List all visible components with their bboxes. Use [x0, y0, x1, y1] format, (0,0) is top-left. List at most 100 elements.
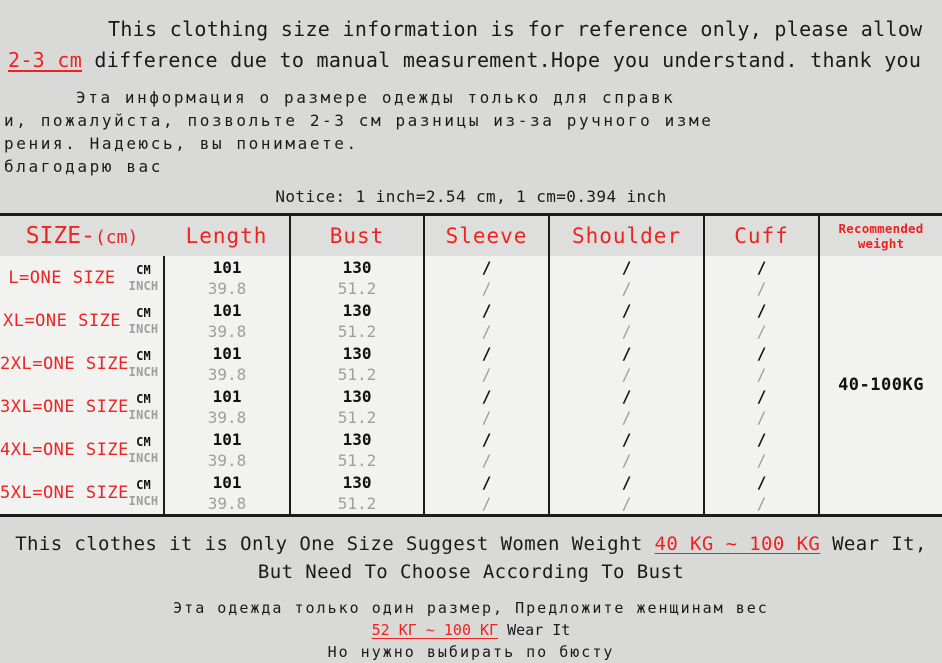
cell-cuff-inch: /: [704, 321, 821, 342]
footer-en-part2: Wear It,: [820, 533, 927, 555]
cell-shoulder-cm: /: [549, 299, 706, 321]
unit-label-inch: INCH: [124, 364, 166, 385]
intro-russian-line-3: рения. Надеюсь, вы понимаете.: [4, 134, 359, 153]
cell-bust-cm: 130: [290, 385, 426, 407]
cell-length-inch: 39.8: [164, 450, 292, 471]
footer-weight-highlight: 40 KG ~ 100 KG: [654, 533, 821, 555]
cell-length-cm: 101: [164, 428, 292, 450]
column-header-size: SIZE-(cm): [0, 216, 165, 256]
footer-russian-line-2: 52 КГ ~ 100 КГ Wear It: [0, 619, 942, 641]
table-header-row: SIZE-(cm) Length Bust Sleeve Shoulder Cu…: [0, 216, 942, 256]
column-header-size-unit: (cm): [94, 227, 139, 248]
cell-length-inch: 39.8: [164, 493, 292, 514]
unit-label-inch: INCH: [124, 493, 166, 514]
cell-length-cm: 101: [164, 342, 292, 364]
cell-sleeve-inch: /: [424, 450, 551, 471]
cell-shoulder-cm: /: [549, 385, 706, 407]
table-row: L=ONE SIZE CM 101 130 / / / 40-100KG: [0, 256, 942, 395]
size-table-wrapper: SIZE-(cm) Length Bust Sleeve Shoulder Cu…: [0, 213, 942, 517]
footer-russian-line-3: Но нужно выбирать по бюсту: [327, 643, 615, 661]
footer-english-line-2: But Need To Choose According To Bust: [257, 561, 685, 583]
intro-english-part1: This clothing size information is for re…: [108, 17, 923, 41]
cell-cuff-inch: /: [704, 278, 821, 299]
cell-shoulder-inch: /: [549, 450, 706, 471]
table-row: 3XL=ONE SIZE CM 101 130 / / /: [0, 385, 942, 417]
cell-sleeve-inch: /: [424, 321, 551, 342]
cell-shoulder-cm: /: [549, 256, 706, 278]
cell-shoulder-inch: /: [549, 364, 706, 385]
unit-label-inch: INCH: [124, 278, 166, 299]
footer-english-line-1: This clothes it is Only One Size Suggest…: [0, 530, 942, 558]
column-header-shoulder: Shoulder: [549, 216, 706, 256]
footer-russian: Эта одежда только один размер, Предложит…: [0, 586, 942, 663]
table-row-inch: INCH 39.8 51.2 / / /: [0, 364, 942, 385]
intro-english: This clothing size information is for re…: [0, 0, 942, 76]
cell-cuff-inch: /: [704, 364, 821, 385]
cell-sleeve-cm: /: [424, 342, 551, 364]
cell-shoulder-inch: /: [549, 278, 706, 299]
cell-shoulder-inch: /: [549, 493, 706, 514]
cell-length-cm: 101: [164, 471, 292, 493]
cell-cuff-cm: /: [704, 299, 821, 321]
cell-length-inch: 39.8: [164, 278, 292, 299]
cell-cuff-inch: /: [704, 450, 821, 471]
cell-bust-inch: 51.2: [290, 407, 426, 428]
intro-english-part2: difference due to manual measurement.Hop…: [82, 48, 922, 72]
size-label: 4XL=ONE SIZE: [0, 439, 129, 460]
table-row-inch: INCH 39.8 51.2 / / /: [0, 278, 942, 299]
intro-russian-line-1: Эта информация о размере одежды только д…: [76, 88, 676, 107]
cell-bust-inch: 51.2: [290, 364, 426, 385]
cell-length-inch: 39.8: [164, 407, 292, 428]
unit-label-inch: INCH: [124, 450, 166, 471]
size-label: XL=ONE SIZE: [2, 310, 122, 331]
cell-sleeve-inch: /: [424, 407, 551, 428]
cell-cuff-cm: /: [704, 471, 821, 493]
size-label: 3XL=ONE SIZE: [0, 396, 129, 417]
unit-label-cm: CM: [124, 385, 166, 407]
cell-recommended-weight: 40-100KG: [838, 375, 924, 395]
cell-bust-cm: 130: [290, 471, 426, 493]
unit-label-cm: CM: [124, 342, 166, 364]
footer: This clothes it is Only One Size Suggest…: [0, 517, 942, 663]
footer-russian-line-1: Эта одежда только один размер, Предложит…: [173, 599, 769, 617]
cell-shoulder-cm: /: [549, 428, 706, 450]
cell-shoulder-inch: /: [549, 407, 706, 428]
unit-label-cm: CM: [124, 299, 166, 321]
unit-label-inch: INCH: [124, 407, 166, 428]
cell-shoulder-cm: /: [549, 342, 706, 364]
column-header-bust: Bust: [290, 216, 426, 256]
cell-sleeve-cm: /: [424, 256, 551, 278]
cell-bust-inch: 51.2: [290, 278, 426, 299]
cell-length-cm: 101: [164, 256, 292, 278]
size-chart-page: This clothing size information is for re…: [0, 0, 942, 663]
cell-bust-cm: 130: [290, 299, 426, 321]
intro-tolerance-highlight: 2-3 cm: [8, 48, 83, 72]
intro-russian-line-2: и, пожалуйста, позвольте 2-3 см разницы …: [4, 111, 714, 130]
table-row: 4XL=ONE SIZE CM 101 130 / / /: [0, 428, 942, 460]
footer-en-part1: This clothes it is Only One Size Suggest…: [15, 533, 655, 555]
unit-label-cm: CM: [124, 428, 166, 450]
cell-length-inch: 39.8: [164, 321, 292, 342]
cell-cuff-inch: /: [704, 407, 821, 428]
column-header-recommended-line2: weight: [857, 236, 905, 251]
size-table-body: L=ONE SIZE CM 101 130 / / / 40-100KG INC…: [0, 256, 942, 514]
size-table: SIZE-(cm) Length Bust Sleeve Shoulder Cu…: [0, 216, 942, 514]
table-row: 2XL=ONE SIZE CM 101 130 / / /: [0, 342, 942, 374]
cell-cuff-cm: /: [704, 342, 821, 364]
intro-russian-line-4: благодарю вас: [4, 157, 164, 176]
table-row-inch: INCH 39.8 51.2 / / /: [0, 450, 942, 471]
cell-shoulder-cm: /: [549, 471, 706, 493]
footer-english: This clothes it is Only One Size Suggest…: [0, 530, 942, 586]
size-label: 2XL=ONE SIZE: [0, 353, 129, 374]
cell-sleeve-cm: /: [424, 471, 551, 493]
unit-label-cm: CM: [124, 256, 166, 278]
column-header-sleeve: Sleeve: [424, 216, 551, 256]
size-label: 5XL=ONE SIZE: [0, 482, 129, 503]
column-header-recommended-weight: Recommended weight: [819, 216, 942, 256]
table-row-inch: INCH 39.8 51.2 / / /: [0, 493, 942, 514]
cell-bust-cm: 130: [290, 342, 426, 364]
cell-cuff-cm: /: [704, 256, 821, 278]
cell-bust-cm: 130: [290, 256, 426, 278]
cell-bust-inch: 51.2: [290, 321, 426, 342]
cell-length-cm: 101: [164, 299, 292, 321]
